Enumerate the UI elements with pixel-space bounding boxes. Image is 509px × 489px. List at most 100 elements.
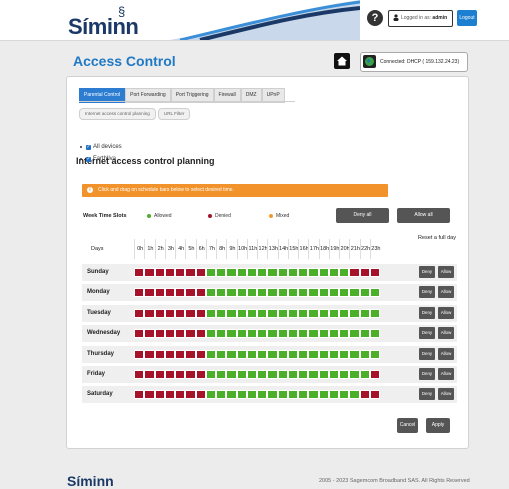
time-slot-cell[interactable] [267,288,278,298]
time-slot-cell[interactable] [175,390,186,400]
time-slot-cell[interactable] [287,390,298,400]
time-slot-cell[interactable] [185,288,196,298]
deny-day-button[interactable]: Deny [419,327,435,340]
time-slot-cell[interactable] [277,370,288,379]
time-slot-cell[interactable] [267,349,278,359]
deny-day-button[interactable]: Deny [419,388,435,401]
time-slot-cell[interactable] [369,288,380,298]
time-slot-cell[interactable] [267,370,278,379]
deny-day-button[interactable]: Deny [419,347,435,360]
apply-button[interactable]: Apply [426,418,450,433]
time-slot-cell[interactable] [226,288,237,298]
time-slot-cell[interactable] [318,268,329,277]
time-slot-cell[interactable] [216,268,227,277]
time-slot-cell[interactable] [205,268,216,277]
time-slot-cell[interactable] [267,390,278,400]
time-slot-cell[interactable] [287,370,298,379]
deny-all-button[interactable]: Deny all [336,208,389,223]
time-slot-cell[interactable] [349,390,360,400]
time-slot-cell[interactable] [369,370,380,379]
time-slot-cell[interactable] [154,268,165,277]
time-slot-cell[interactable] [236,390,247,400]
time-slot-cell[interactable] [226,308,237,318]
time-slot-cell[interactable] [339,288,350,298]
time-slot-cell[interactable] [164,308,175,318]
time-slot-cell[interactable] [257,329,268,339]
time-slot-cell[interactable] [164,349,175,359]
time-slot-cell[interactable] [328,349,339,359]
time-slot-cell[interactable] [195,349,206,359]
time-slot-cell[interactable] [298,288,309,298]
time-slot-cell[interactable] [185,308,196,318]
deny-day-button[interactable]: Deny [419,306,435,319]
time-slot-cell[interactable] [134,268,145,277]
time-slot-cell[interactable] [205,329,216,339]
allow-day-button[interactable]: Allow [438,347,454,360]
time-slot-cell[interactable] [369,268,380,277]
time-slot-cell[interactable] [236,288,247,298]
time-slot-cell[interactable] [154,370,165,379]
time-slot-cell[interactable] [267,329,278,339]
time-slot-cell[interactable] [144,370,155,379]
time-slot-cell[interactable] [216,288,227,298]
time-slot-cell[interactable] [134,308,145,318]
time-slot-cell[interactable] [195,268,206,277]
time-slot-cell[interactable] [318,349,329,359]
time-slot-cell[interactable] [349,370,360,379]
time-slot-cell[interactable] [369,329,380,339]
time-slot-cell[interactable] [216,390,227,400]
allow-day-button[interactable]: Allow [438,368,454,380]
time-slot-cell[interactable] [318,329,329,339]
time-slot-cell[interactable] [175,288,186,298]
deny-day-button[interactable]: Deny [419,286,435,299]
time-slot-cell[interactable] [195,288,206,298]
time-slot-cell[interactable] [349,308,360,318]
time-slot-cell[interactable] [257,349,268,359]
time-slot-cell[interactable] [257,288,268,298]
time-slot-cell[interactable] [246,370,257,379]
time-slot-cell[interactable] [226,390,237,400]
time-slot-cell[interactable] [339,349,350,359]
time-slot-cell[interactable] [349,268,360,277]
time-slot-cell[interactable] [205,349,216,359]
time-slot-cell[interactable] [328,308,339,318]
time-slot-cell[interactable] [185,329,196,339]
time-slot-cell[interactable] [175,349,186,359]
time-slot-cell[interactable] [246,349,257,359]
time-slot-cell[interactable] [328,268,339,277]
time-slot-cell[interactable] [144,349,155,359]
allow-day-button[interactable]: Allow [438,388,454,401]
time-slot-cell[interactable] [339,308,350,318]
time-slot-cell[interactable] [164,390,175,400]
time-slot-cell[interactable] [195,390,206,400]
logout-button[interactable]: Logout [457,10,477,26]
time-slot-cell[interactable] [185,268,196,277]
time-slot-cell[interactable] [175,268,186,277]
time-slot-cell[interactable] [134,370,145,379]
time-slot-cell[interactable] [175,308,186,318]
time-slot-cell[interactable] [359,329,370,339]
time-slot-cell[interactable] [226,329,237,339]
device-item-farthliva[interactable]: ✓ Farthliva [80,156,116,162]
time-slot-cell[interactable] [359,349,370,359]
time-slot-cell[interactable] [287,349,298,359]
time-slot-cell[interactable] [298,308,309,318]
time-slot-cell[interactable] [257,390,268,400]
time-slot-cell[interactable] [246,308,257,318]
allow-day-button[interactable]: Allow [438,306,454,319]
time-slot-cell[interactable] [308,288,319,298]
time-slot-cell[interactable] [359,288,370,298]
time-slot-cell[interactable] [257,268,268,277]
time-slot-cell[interactable] [185,370,196,379]
time-slot-cell[interactable] [339,268,350,277]
time-slot-cell[interactable] [257,308,268,318]
time-slot-cell[interactable] [267,268,278,277]
time-slot-cell[interactable] [277,390,288,400]
allow-day-button[interactable]: Allow [438,327,454,340]
time-slot-cell[interactable] [277,349,288,359]
time-slot-cell[interactable] [154,288,165,298]
time-slot-cell[interactable] [185,390,196,400]
time-slot-cell[interactable] [298,390,309,400]
subtab-access-planning[interactable]: Internet access control planning [79,108,156,120]
time-slot-cell[interactable] [246,288,257,298]
